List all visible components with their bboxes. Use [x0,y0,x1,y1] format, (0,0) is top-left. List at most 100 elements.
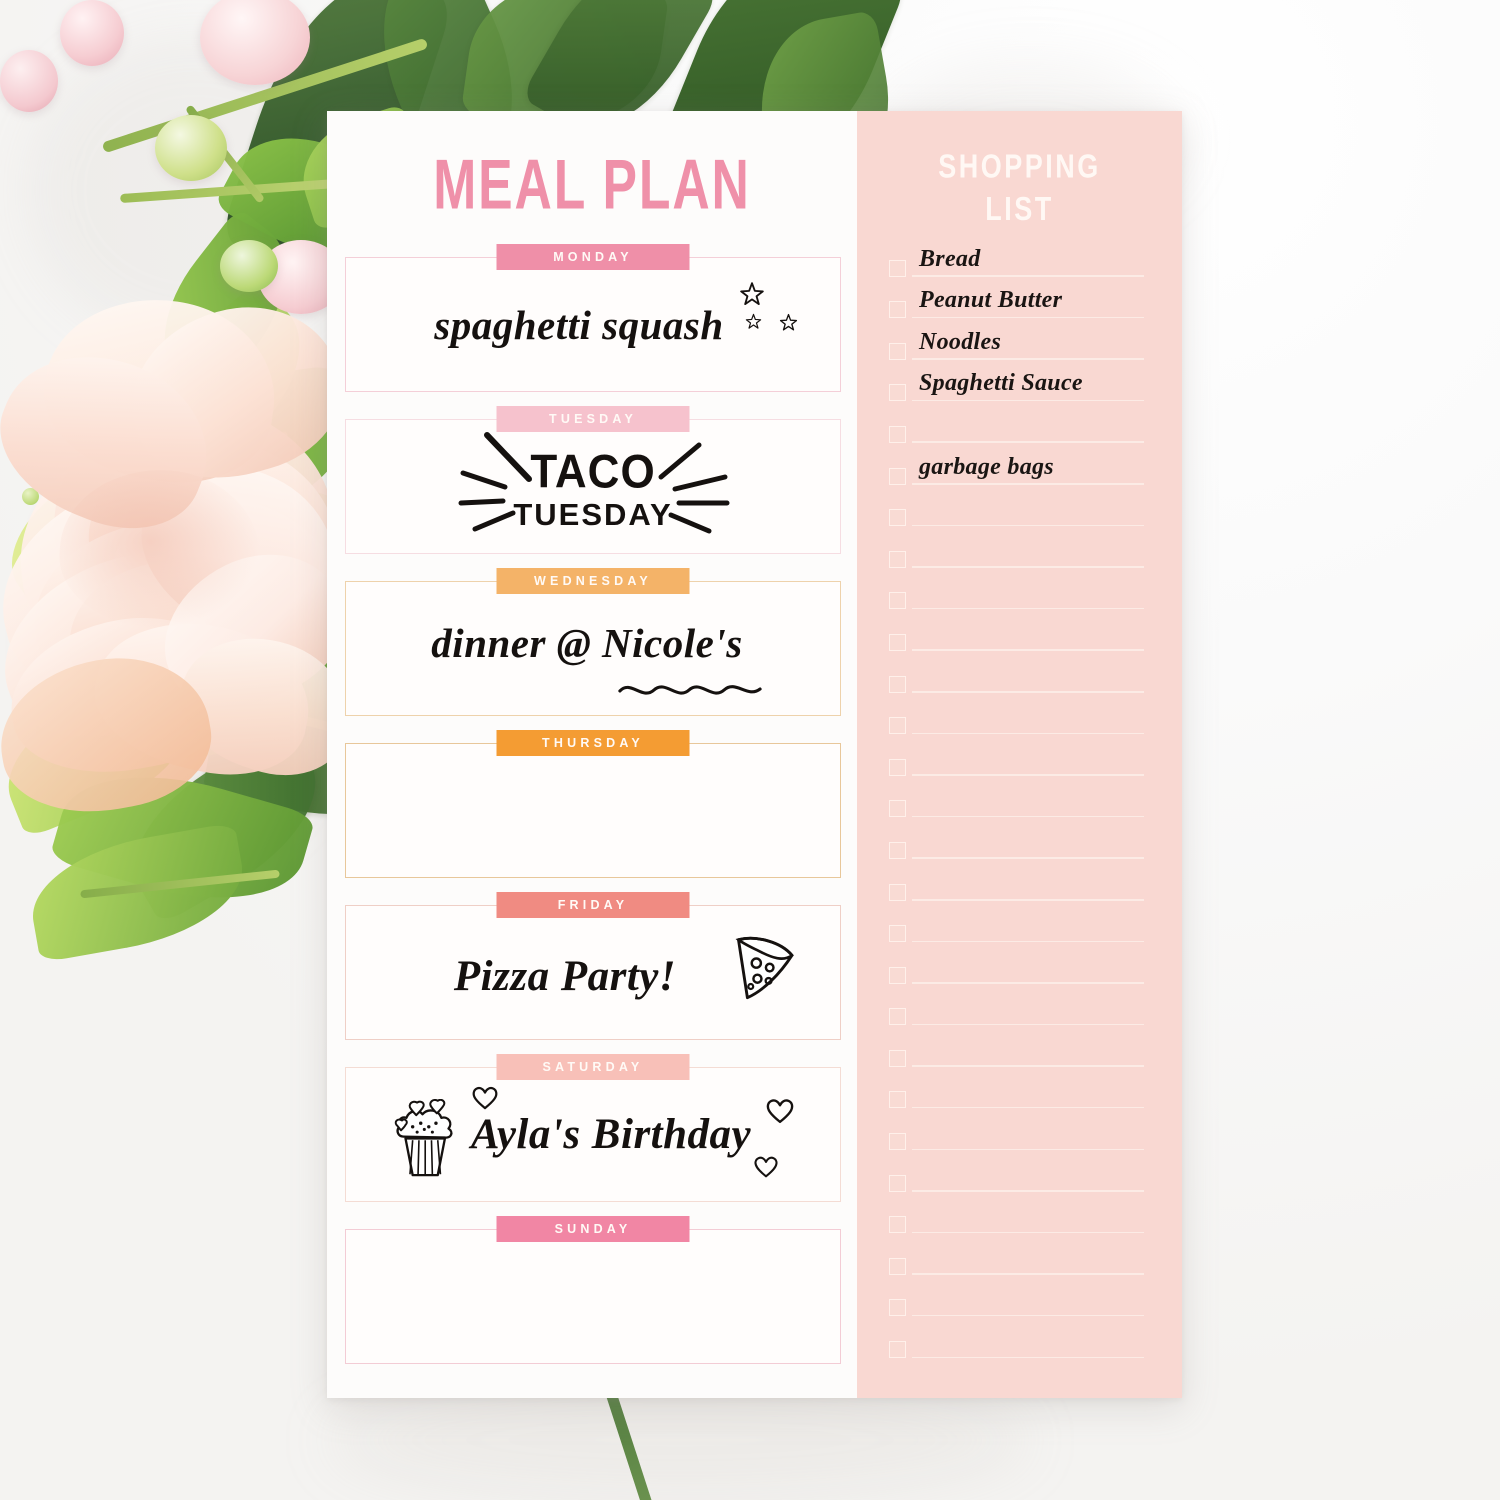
write-line [912,524,1144,527]
day-block-thursday[interactable]: THURSDAY [345,730,841,878]
shopping-list-row[interactable]: Bread [857,239,1182,281]
taco-tuesday-burst: TACO TUESDAY [458,431,730,533]
write-line [912,691,1144,693]
checkbox[interactable] [889,758,906,776]
shopping-list-row[interactable] [857,780,1182,822]
shopping-list-row[interactable] [857,572,1182,614]
checkbox[interactable] [889,1299,906,1317]
shopping-list-row[interactable] [857,1279,1182,1321]
shopping-list-row[interactable] [857,1071,1182,1113]
day-entry-area[interactable] [345,1229,841,1364]
shopping-list-row[interactable] [857,655,1182,697]
shopping-list-row[interactable]: Spaghetti Sauce [857,364,1182,406]
day-entry-area[interactable]: dinner @ Nicole's [345,581,841,716]
shopping-list-row[interactable] [857,821,1182,863]
write-line [912,275,1144,277]
write-line [912,358,1144,360]
shopping-list-row[interactable] [857,613,1182,655]
screenshot-root: MEAL PLAN spaghetti squash MONDAY TACO T… [0,0,1500,1500]
shopping-list-row[interactable]: garbage bags [857,447,1182,489]
shopping-list-row[interactable]: Peanut Butter [857,281,1182,323]
write-line [912,899,1144,901]
checkbox[interactable] [889,675,906,693]
checkbox[interactable] [889,800,906,818]
shopping-list-rows: Bread Peanut Butter Noodles Spaghetti Sauce… [857,239,1182,1362]
checkbox[interactable] [889,1008,906,1026]
checkbox[interactable] [889,925,906,943]
shopping-list-row[interactable] [857,530,1182,572]
shopping-list-row[interactable] [857,489,1182,531]
shopping-list-row[interactable] [857,1154,1182,1196]
shopping-list-row[interactable] [857,697,1182,739]
shopping-list-title-line2: LIST [985,190,1054,228]
write-line [912,732,1144,735]
write-line [912,774,1144,776]
day-entry-area[interactable] [345,743,841,878]
checkbox[interactable] [889,467,906,485]
day-block-tuesday[interactable]: TACO TUESDAY TUESDAY [345,406,841,554]
checkbox[interactable] [889,1133,906,1151]
shopping-list-row[interactable] [857,1112,1182,1154]
checkbox[interactable] [889,1216,906,1234]
shopping-list-row[interactable] [857,1196,1182,1238]
shopping-list-row[interactable] [857,946,1182,988]
day-label-saturday: SATURDAY [496,1054,690,1080]
write-line [912,815,1144,818]
checkbox[interactable] [889,1091,906,1109]
day-label-sunday: SUNDAY [496,1216,690,1242]
write-line [912,399,1144,402]
checkbox[interactable] [889,301,906,319]
write-line [912,1106,1144,1109]
photo-shadow [330,1380,1030,1500]
shopping-list-row[interactable] [857,1029,1182,1071]
day-entry-text: dinner @ Nicole's [431,619,743,666]
checkbox[interactable] [889,1049,906,1067]
berry [220,240,278,292]
svg-text:TACO: TACO [530,444,655,497]
checkbox[interactable] [889,966,906,984]
day-block-friday[interactable]: Pizza Party! FRIDAY [345,892,841,1040]
day-entry-area[interactable]: Pizza Party! [345,905,841,1040]
checkbox[interactable] [889,633,906,651]
checkbox[interactable] [889,883,906,901]
shopping-list-title: SHOPPING LIST [857,145,1182,230]
write-line [912,566,1144,568]
day-block-monday[interactable]: spaghetti squash MONDAY [345,244,841,392]
shopping-list-row[interactable]: Noodles [857,322,1182,364]
day-entry-area[interactable]: Ayla's Birthday [345,1067,841,1202]
day-entry-area[interactable]: TACO TUESDAY [345,419,841,554]
day-entry-area[interactable]: spaghetti squash [345,257,841,392]
day-entry-text: TACO TUESDAY [443,429,743,545]
meal-plan-notepad: MEAL PLAN spaghetti squash MONDAY TACO T… [327,111,1182,1398]
checkbox[interactable] [889,1341,906,1359]
day-entry-text: spaghetti squash [434,301,724,348]
checkbox[interactable] [889,717,906,735]
day-entry-text: Ayla's Birthday [470,1111,752,1158]
day-block-sunday[interactable]: SUNDAY [345,1216,841,1364]
shopping-list-item-text: Peanut Butter [919,287,1063,314]
write-line [912,1314,1144,1317]
day-block-saturday[interactable]: Ayla's Birthday SATURDAY [345,1054,841,1202]
checkbox[interactable] [889,384,906,402]
checkbox[interactable] [889,425,906,443]
berry [155,115,227,181]
shopping-list-row[interactable] [857,863,1182,905]
checkbox[interactable] [889,1174,906,1192]
shopping-list-row[interactable] [857,1237,1182,1279]
checkbox[interactable] [889,592,906,610]
shopping-list-row[interactable] [857,905,1182,947]
shopping-list-row[interactable] [857,1320,1182,1362]
write-line [912,982,1144,984]
day-block-wednesday[interactable]: dinner @ Nicole's WEDNESDAY [345,568,841,716]
checkbox[interactable] [889,509,906,527]
checkbox[interactable] [889,841,906,859]
checkbox[interactable] [889,1257,906,1275]
page-title: MEAL PLAN [433,144,751,224]
day-label-thursday: THURSDAY [496,730,690,756]
checkbox[interactable] [889,550,906,568]
checkbox[interactable] [889,259,906,277]
checkbox[interactable] [889,342,906,360]
shopping-list-row[interactable] [857,405,1182,447]
shopping-list-row[interactable] [857,988,1182,1030]
shopping-list-row[interactable] [857,738,1182,780]
